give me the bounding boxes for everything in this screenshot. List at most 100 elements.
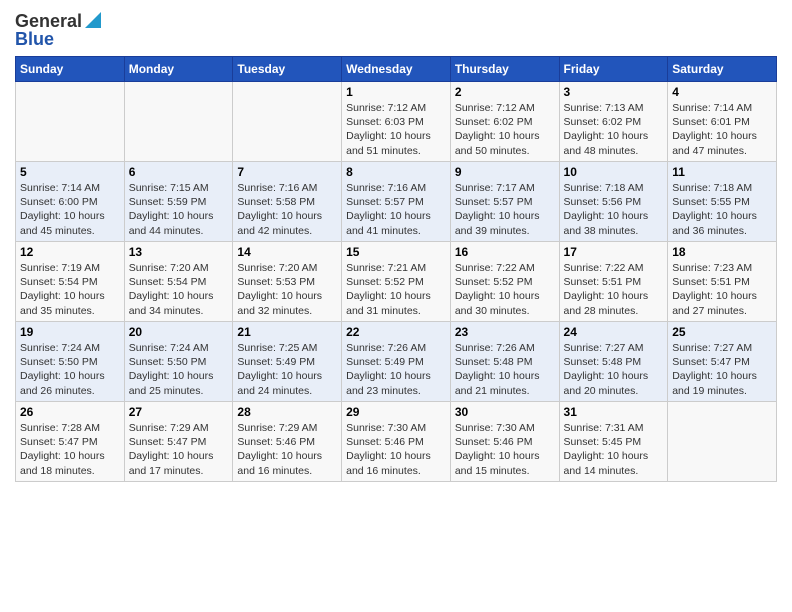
day-detail: Sunrise: 7:22 AM Sunset: 5:51 PM Dayligh… (564, 261, 664, 318)
day-detail: Sunrise: 7:27 AM Sunset: 5:47 PM Dayligh… (672, 341, 772, 398)
calendar-cell: 28Sunrise: 7:29 AM Sunset: 5:46 PM Dayli… (233, 402, 342, 482)
calendar-cell: 20 Sunrise: 7:24 AM Sunset: 5:50 PM Dayli… (124, 322, 233, 402)
calendar-cell: 16 Sunrise: 7:22 AM Sunset: 5:52 PM Dayli… (450, 242, 559, 322)
day-detail: Sunrise: 7:25 AM Sunset: 5:49 PM Dayligh… (237, 341, 337, 398)
calendar-cell (16, 82, 125, 162)
calendar-cell: 5Sunrise: 7:14 AM Sunset: 6:00 PM Daylig… (16, 162, 125, 242)
day-number: 14 (237, 245, 337, 259)
day-number: 20 (129, 325, 229, 339)
day-number: 7 (237, 165, 337, 179)
day-detail: Sunrise: 7:21 AM Sunset: 5:52 PM Dayligh… (346, 261, 446, 318)
calendar-cell: 30 Sunrise: 7:30 AM Sunset: 5:46 PM Dayli… (450, 402, 559, 482)
day-number: 30 (455, 405, 555, 419)
day-number: 9 (455, 165, 555, 179)
day-number: 29 (346, 405, 446, 419)
day-number: 17 (564, 245, 664, 259)
day-detail: Sunrise: 7:23 AM Sunset: 5:51 PM Dayligh… (672, 261, 772, 318)
day-detail: Sunrise: 7:18 AM Sunset: 5:56 PM Dayligh… (564, 181, 664, 238)
week-row-2: 5Sunrise: 7:14 AM Sunset: 6:00 PM Daylig… (16, 162, 777, 242)
day-detail: Sunrise: 7:13 AM Sunset: 6:02 PM Dayligh… (564, 101, 664, 158)
calendar-cell: 11Sunrise: 7:18 AM Sunset: 5:55 PM Dayli… (668, 162, 777, 242)
day-number: 22 (346, 325, 446, 339)
calendar-cell (124, 82, 233, 162)
day-detail: Sunrise: 7:24 AM Sunset: 5:50 PM Dayligh… (129, 341, 229, 398)
header: General Blue (15, 10, 777, 50)
day-detail: Sunrise: 7:30 AM Sunset: 5:46 PM Dayligh… (346, 421, 446, 478)
calendar-cell: 2Sunrise: 7:12 AM Sunset: 6:02 PM Daylig… (450, 82, 559, 162)
weekday-header-thursday: Thursday (450, 57, 559, 82)
week-row-1: 1 Sunrise: 7:12 AM Sunset: 6:03 PM Daylig… (16, 82, 777, 162)
calendar-cell: 15 Sunrise: 7:21 AM Sunset: 5:52 PM Dayli… (342, 242, 451, 322)
day-number: 15 (346, 245, 446, 259)
day-detail: Sunrise: 7:30 AM Sunset: 5:46 PM Dayligh… (455, 421, 555, 478)
calendar-cell: 8Sunrise: 7:16 AM Sunset: 5:57 PM Daylig… (342, 162, 451, 242)
day-number: 4 (672, 85, 772, 99)
day-detail: Sunrise: 7:26 AM Sunset: 5:49 PM Dayligh… (346, 341, 446, 398)
day-number: 12 (20, 245, 120, 259)
day-detail: Sunrise: 7:16 AM Sunset: 5:57 PM Dayligh… (346, 181, 446, 238)
day-number: 16 (455, 245, 555, 259)
calendar-cell: 31 Sunrise: 7:31 AM Sunset: 5:45 PM Dayli… (559, 402, 668, 482)
calendar-cell: 6Sunrise: 7:15 AM Sunset: 5:59 PM Daylig… (124, 162, 233, 242)
day-detail: Sunrise: 7:15 AM Sunset: 5:59 PM Dayligh… (129, 181, 229, 238)
day-number: 23 (455, 325, 555, 339)
weekday-header-saturday: Saturday (668, 57, 777, 82)
day-number: 13 (129, 245, 229, 259)
day-detail: Sunrise: 7:14 AM Sunset: 6:01 PM Dayligh… (672, 101, 772, 158)
day-number: 1 (346, 85, 446, 99)
weekday-header-tuesday: Tuesday (233, 57, 342, 82)
calendar-cell: 1 Sunrise: 7:12 AM Sunset: 6:03 PM Daylig… (342, 82, 451, 162)
day-number: 27 (129, 405, 229, 419)
weekday-header-row: SundayMondayTuesdayWednesdayThursdayFrid… (16, 57, 777, 82)
week-row-3: 12 Sunrise: 7:19 AM Sunset: 5:54 PM Dayli… (16, 242, 777, 322)
day-number: 3 (564, 85, 664, 99)
calendar-cell: 17 Sunrise: 7:22 AM Sunset: 5:51 PM Dayli… (559, 242, 668, 322)
day-number: 10 (564, 165, 664, 179)
day-number: 24 (564, 325, 664, 339)
day-detail: Sunrise: 7:28 AM Sunset: 5:47 PM Dayligh… (20, 421, 120, 478)
day-number: 31 (564, 405, 664, 419)
logo-blue-text: Blue (15, 29, 54, 50)
day-number: 18 (672, 245, 772, 259)
logo-triangle-icon (85, 12, 101, 33)
calendar-cell: 29 Sunrise: 7:30 AM Sunset: 5:46 PM Dayli… (342, 402, 451, 482)
day-number: 21 (237, 325, 337, 339)
weekday-header-sunday: Sunday (16, 57, 125, 82)
calendar-cell: 14 Sunrise: 7:20 AM Sunset: 5:53 PM Dayli… (233, 242, 342, 322)
week-row-5: 26 Sunrise: 7:28 AM Sunset: 5:47 PM Dayli… (16, 402, 777, 482)
logo: General Blue (15, 10, 101, 50)
day-detail: Sunrise: 7:17 AM Sunset: 5:57 PM Dayligh… (455, 181, 555, 238)
day-number: 26 (20, 405, 120, 419)
day-detail: Sunrise: 7:26 AM Sunset: 5:48 PM Dayligh… (455, 341, 555, 398)
calendar-cell: 7 Sunrise: 7:16 AM Sunset: 5:58 PM Daylig… (233, 162, 342, 242)
day-detail: Sunrise: 7:24 AM Sunset: 5:50 PM Dayligh… (20, 341, 120, 398)
day-detail: Sunrise: 7:16 AM Sunset: 5:58 PM Dayligh… (237, 181, 337, 238)
weekday-header-friday: Friday (559, 57, 668, 82)
weekday-header-monday: Monday (124, 57, 233, 82)
calendar-cell: 22 Sunrise: 7:26 AM Sunset: 5:49 PM Dayli… (342, 322, 451, 402)
calendar-cell (668, 402, 777, 482)
calendar-cell (233, 82, 342, 162)
calendar-cell: 18 Sunrise: 7:23 AM Sunset: 5:51 PM Dayli… (668, 242, 777, 322)
calendar-cell: 3 Sunrise: 7:13 AM Sunset: 6:02 PM Daylig… (559, 82, 668, 162)
calendar-cell: 13Sunrise: 7:20 AM Sunset: 5:54 PM Dayli… (124, 242, 233, 322)
day-detail: Sunrise: 7:18 AM Sunset: 5:55 PM Dayligh… (672, 181, 772, 238)
calendar-cell: 19Sunrise: 7:24 AM Sunset: 5:50 PM Dayli… (16, 322, 125, 402)
calendar-cell: 10 Sunrise: 7:18 AM Sunset: 5:56 PM Dayli… (559, 162, 668, 242)
calendar-cell: 25 Sunrise: 7:27 AM Sunset: 5:47 PM Dayli… (668, 322, 777, 402)
day-number: 25 (672, 325, 772, 339)
day-detail: Sunrise: 7:22 AM Sunset: 5:52 PM Dayligh… (455, 261, 555, 318)
calendar-cell: 9 Sunrise: 7:17 AM Sunset: 5:57 PM Daylig… (450, 162, 559, 242)
calendar-cell: 24Sunrise: 7:27 AM Sunset: 5:48 PM Dayli… (559, 322, 668, 402)
day-number: 28 (237, 405, 337, 419)
calendar-cell: 4 Sunrise: 7:14 AM Sunset: 6:01 PM Daylig… (668, 82, 777, 162)
calendar-cell: 21 Sunrise: 7:25 AM Sunset: 5:49 PM Dayli… (233, 322, 342, 402)
calendar-table: SundayMondayTuesdayWednesdayThursdayFrid… (15, 56, 777, 482)
day-detail: Sunrise: 7:12 AM Sunset: 6:02 PM Dayligh… (455, 101, 555, 158)
day-detail: Sunrise: 7:31 AM Sunset: 5:45 PM Dayligh… (564, 421, 664, 478)
day-detail: Sunrise: 7:12 AM Sunset: 6:03 PM Dayligh… (346, 101, 446, 158)
calendar-cell: 27Sunrise: 7:29 AM Sunset: 5:47 PM Dayli… (124, 402, 233, 482)
calendar-cell: 23 Sunrise: 7:26 AM Sunset: 5:48 PM Dayli… (450, 322, 559, 402)
day-detail: Sunrise: 7:19 AM Sunset: 5:54 PM Dayligh… (20, 261, 120, 318)
day-detail: Sunrise: 7:20 AM Sunset: 5:53 PM Dayligh… (237, 261, 337, 318)
